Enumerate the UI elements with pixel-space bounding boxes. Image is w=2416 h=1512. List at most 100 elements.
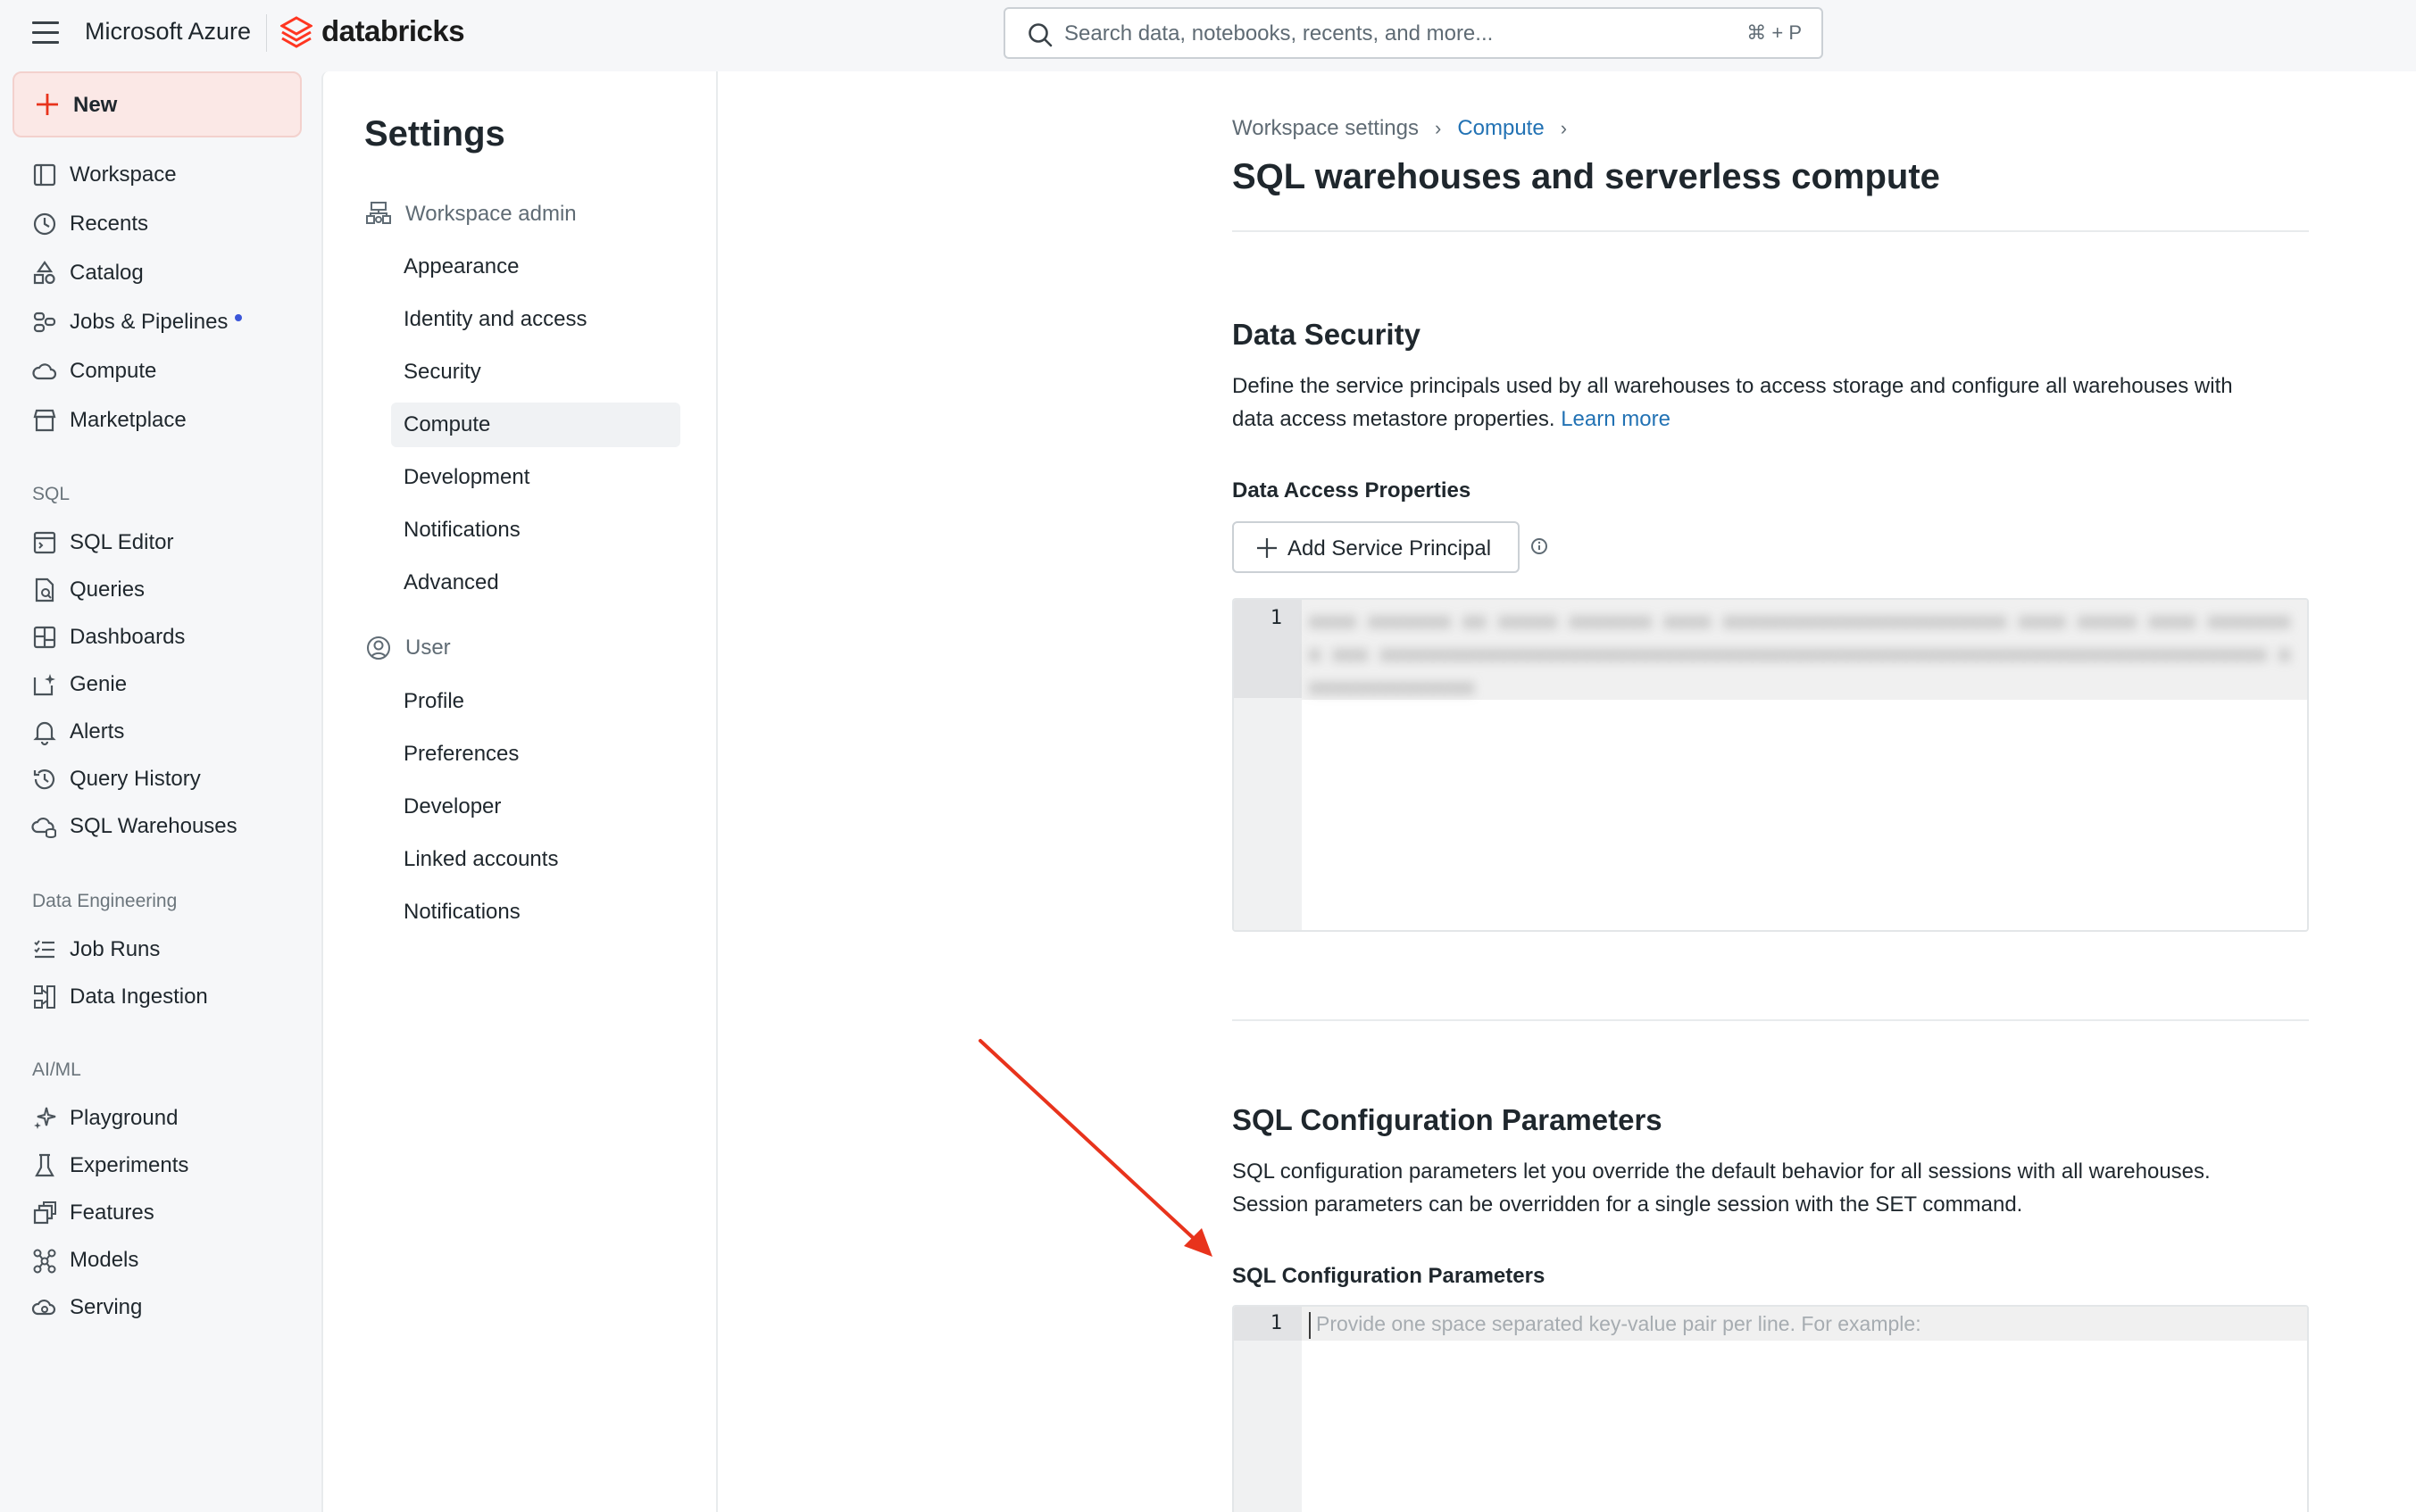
line-number: 1 bbox=[1270, 1312, 1282, 1334]
group-workspace-admin-label: Workspace admin bbox=[405, 202, 577, 226]
search-input[interactable] bbox=[1064, 18, 1689, 50]
nav-genie-label: Genie bbox=[70, 672, 128, 696]
settings-item-security[interactable]: Security bbox=[391, 350, 680, 395]
nav-dashboards[interactable]: Dashboards bbox=[18, 616, 304, 659]
settings-item-compute[interactable]: Compute bbox=[391, 403, 680, 447]
sql-config-title: SQL Configuration Parameters bbox=[1232, 1103, 1662, 1136]
settings-item-advanced[interactable]: Advanced bbox=[391, 561, 680, 605]
nav-alerts[interactable]: Alerts bbox=[18, 710, 304, 753]
plus-icon bbox=[37, 94, 58, 115]
nav-dashboards-label: Dashboards bbox=[70, 625, 186, 649]
nav-playground-label: Playground bbox=[70, 1106, 179, 1130]
data-access-properties-label: Data Access Properties bbox=[1232, 478, 1471, 503]
settings-item-user-notifications[interactable]: Notifications bbox=[391, 890, 680, 935]
new-button[interactable]: New bbox=[12, 71, 302, 137]
settings-item-label: Advanced bbox=[404, 570, 499, 594]
nav-queries[interactable]: Queries bbox=[18, 569, 304, 611]
breadcrumb-workspace-settings[interactable]: Workspace settings bbox=[1232, 116, 1419, 141]
serving-icon bbox=[31, 1299, 56, 1316]
nav-catalog[interactable]: Catalog bbox=[18, 252, 304, 295]
user-circle-icon bbox=[367, 636, 390, 660]
add-service-principal-button[interactable]: Add Service Principal bbox=[1232, 521, 1520, 573]
data-security-description: Define the service principals used by al… bbox=[1232, 370, 2309, 436]
nav-serving[interactable]: Serving bbox=[18, 1286, 304, 1329]
nav-section-ai-ml: AI/ML bbox=[32, 1059, 81, 1080]
nav-data-ingestion[interactable]: Data Ingestion bbox=[18, 976, 304, 1018]
nav-features-label: Features bbox=[70, 1200, 154, 1225]
settings-item-label: Linked accounts bbox=[404, 847, 559, 871]
nav-query-history[interactable]: Query History bbox=[18, 758, 304, 801]
list-check-icon bbox=[34, 940, 54, 959]
redacted-code: xxxx xxxxxxx xx xxxxx xxxxxxx xxxx xxxxx… bbox=[1309, 611, 2291, 699]
settings-item-appearance[interactable]: Appearance bbox=[391, 245, 680, 289]
nav-playground[interactable]: Playground bbox=[18, 1097, 304, 1140]
nav-compute[interactable]: Compute bbox=[18, 350, 304, 393]
text-caret bbox=[1309, 1312, 1311, 1339]
top-bar: Microsoft Azure databricks ⌘ + P bbox=[0, 0, 2416, 71]
nav-jobs-label: Jobs & Pipelines bbox=[70, 310, 229, 334]
nav-alerts-label: Alerts bbox=[70, 719, 125, 744]
nav-jobs-pipelines[interactable]: Jobs & Pipelines bbox=[18, 301, 304, 344]
settings-item-label: Identity and access bbox=[404, 307, 587, 331]
nav-genie[interactable]: Genie bbox=[18, 663, 304, 706]
nav-experiments[interactable]: Experiments bbox=[18, 1144, 304, 1187]
data-security-title: Data Security bbox=[1232, 318, 1420, 351]
page-title: SQL warehouses and serverless compute bbox=[1232, 157, 1940, 196]
sql-config-desc-line1: SQL configuration parameters let you ove… bbox=[1232, 1159, 2211, 1184]
nav-models[interactable]: Models bbox=[18, 1239, 304, 1282]
sql-config-field-label: SQL Configuration Parameters bbox=[1232, 1264, 1545, 1288]
breadcrumb-compute[interactable]: Compute bbox=[1457, 116, 1544, 141]
settings-item-label: Compute bbox=[404, 412, 491, 436]
sql-config-description: SQL configuration parameters let you ove… bbox=[1232, 1155, 2309, 1221]
global-search[interactable]: ⌘ + P bbox=[1004, 7, 1823, 59]
brand-name[interactable]: databricks bbox=[321, 14, 465, 48]
nav-queries-label: Queries bbox=[70, 577, 146, 602]
nav-marketplace-label: Marketplace bbox=[70, 408, 187, 432]
nav-marketplace[interactable]: Marketplace bbox=[18, 399, 304, 442]
nav-recents[interactable]: Recents bbox=[18, 203, 304, 245]
group-user-label: User bbox=[405, 636, 451, 660]
settings-item-preferences[interactable]: Preferences bbox=[391, 732, 680, 777]
catalog-icon bbox=[33, 261, 55, 285]
group-workspace-admin: Workspace admin bbox=[364, 196, 577, 232]
info-icon[interactable] bbox=[1529, 536, 1550, 557]
settings-item-identity-access[interactable]: Identity and access bbox=[391, 297, 680, 342]
line-number: 1 bbox=[1270, 607, 1282, 629]
workspace-icon bbox=[33, 163, 56, 187]
nav-job-runs[interactable]: Job Runs bbox=[18, 928, 304, 971]
settings-item-label: Appearance bbox=[404, 254, 520, 278]
learn-more-link[interactable]: Learn more bbox=[1561, 407, 1670, 431]
workspace-admin-icon bbox=[366, 202, 391, 224]
nav-section-sql: SQL bbox=[32, 484, 71, 504]
settings-title: Settings bbox=[364, 114, 505, 154]
nav-workspace[interactable]: Workspace bbox=[18, 154, 304, 196]
sql-config-editor[interactable]: 1 Provide one space separated key-value … bbox=[1232, 1305, 2309, 1512]
settings-item-development[interactable]: Development bbox=[391, 455, 680, 500]
nav-catalog-label: Catalog bbox=[70, 261, 144, 285]
nav-features[interactable]: Features bbox=[18, 1192, 304, 1234]
settings-item-notifications[interactable]: Notifications bbox=[391, 508, 680, 552]
add-service-principal-label: Add Service Principal bbox=[1287, 536, 1492, 561]
new-button-label: New bbox=[73, 93, 118, 117]
nav-serving-label: Serving bbox=[70, 1295, 143, 1319]
settings-item-profile[interactable]: Profile bbox=[391, 679, 680, 724]
search-icon bbox=[1029, 23, 1053, 47]
sql-config-desc-line2: Session parameters can be overridden for… bbox=[1232, 1192, 2023, 1217]
plus-icon bbox=[1257, 538, 1277, 558]
menu-icon[interactable] bbox=[32, 21, 59, 45]
databricks-logo-icon[interactable] bbox=[280, 16, 312, 50]
data-access-properties-editor[interactable]: 1 xxxx xxxxxxx xx xxxxx xxxxxxx xxxx xxx… bbox=[1232, 598, 2309, 932]
chevron-right-icon: › bbox=[1560, 117, 1568, 139]
sql-config-placeholder: Provide one space separated key-value pa… bbox=[1316, 1312, 1921, 1335]
divider bbox=[1232, 230, 2309, 232]
settings-item-linked-accounts[interactable]: Linked accounts bbox=[391, 837, 680, 882]
genie-icon bbox=[33, 674, 55, 696]
warehouse-icon bbox=[31, 817, 56, 838]
settings-item-developer[interactable]: Developer bbox=[391, 785, 680, 829]
nav-sql-editor[interactable]: SQL Editor bbox=[18, 521, 304, 564]
nav-compute-label: Compute bbox=[70, 359, 157, 383]
data-security-desc-line1: Define the service principals used by al… bbox=[1232, 374, 2233, 398]
settings-item-label: Notifications bbox=[404, 518, 521, 542]
nav-sql-warehouses[interactable]: SQL Warehouses bbox=[18, 805, 304, 848]
clock-icon bbox=[33, 212, 56, 236]
